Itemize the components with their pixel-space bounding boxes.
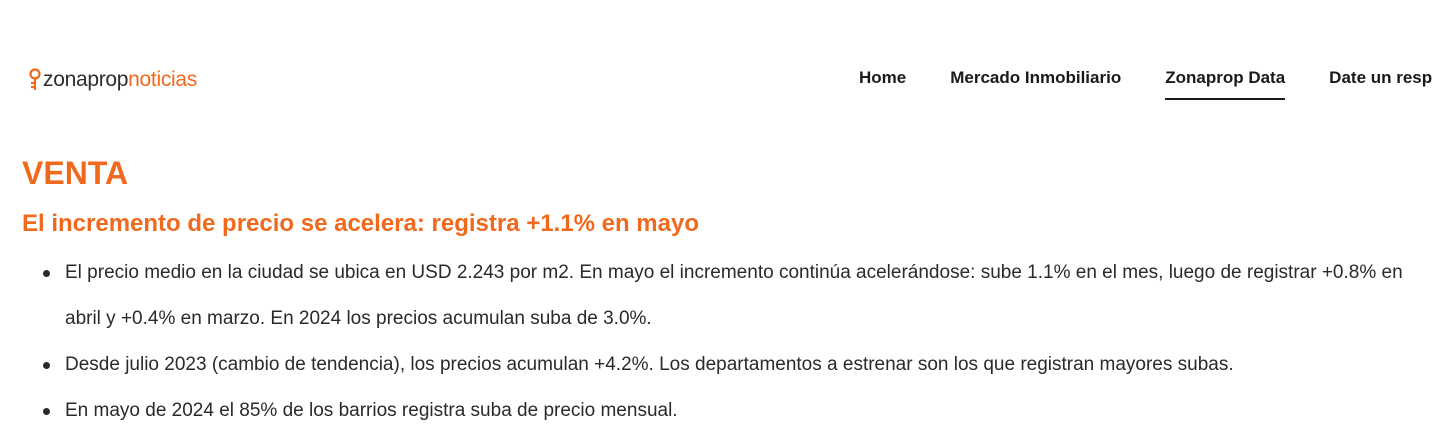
nav-item-date-un-respiro[interactable]: Date un resp	[1329, 64, 1432, 100]
list-item: El precio medio en la ciudad se ubica en…	[22, 250, 1442, 342]
bullet-icon	[43, 270, 50, 277]
article-content: VENTA El incremento de precio se acelera…	[22, 150, 1442, 434]
main-nav: Home Mercado Inmobiliario Zonaprop Data …	[859, 64, 1453, 100]
nav-item-zonaprop-data[interactable]: Zonaprop Data	[1165, 64, 1286, 100]
nav-item-home[interactable]: Home	[859, 64, 906, 100]
list-item-text: El precio medio en la ciudad se ubica en…	[65, 262, 1403, 329]
logo-text-noticias: noticias	[128, 68, 197, 91]
logo-text-zonaprop: zonaprop	[43, 68, 129, 91]
site-header: zonaprop noticias Home Mercado Inmobiliar…	[0, 0, 1453, 130]
list-item-text: En mayo de 2024 el 85% de los barrios re…	[65, 400, 678, 421]
list-item-text: Desde julio 2023 (cambio de tendencia), …	[65, 354, 1234, 375]
bullet-icon	[43, 408, 50, 415]
article-subtitle: El incremento de precio se acelera: regi…	[22, 210, 699, 237]
section-title: VENTA	[22, 155, 129, 191]
list-item: Desde julio 2023 (cambio de tendencia), …	[22, 342, 1442, 388]
site-logo[interactable]: zonaprop noticias	[28, 63, 197, 97]
key-icon	[29, 68, 41, 90]
nav-item-mercado-inmobiliario[interactable]: Mercado Inmobiliario	[950, 64, 1121, 100]
summary-list: El precio medio en la ciudad se ubica en…	[22, 250, 1442, 434]
bullet-icon	[43, 362, 50, 369]
list-item: En mayo de 2024 el 85% de los barrios re…	[22, 388, 1442, 434]
